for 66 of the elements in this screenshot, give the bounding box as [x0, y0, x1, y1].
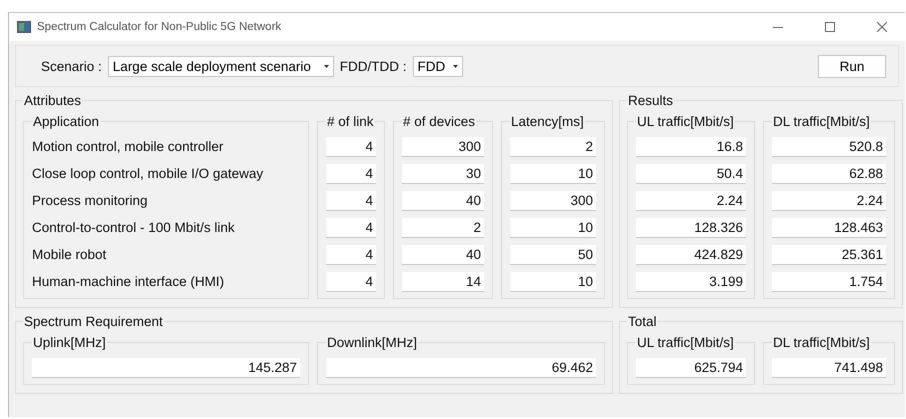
application-name: Mobile robot: [32, 246, 108, 264]
value-field[interactable]: 10: [510, 164, 596, 184]
minimize-icon: [773, 26, 783, 28]
value-field[interactable]: 424.829: [636, 245, 746, 265]
column-header: DL traffic[Mbit/s]: [772, 114, 871, 129]
group-title: Results: [627, 93, 674, 108]
field-label: UL traffic[Mbit/s]: [636, 335, 735, 350]
value-field[interactable]: 62.88: [772, 164, 886, 184]
maximize-icon: [825, 22, 835, 32]
column-header: Application: [32, 114, 100, 129]
value-field[interactable]: 128.326: [636, 218, 746, 238]
value-field[interactable]: 128.463: [772, 218, 886, 238]
field-label: DL traffic[Mbit/s]: [772, 335, 871, 350]
dropdown-caret-icon: [452, 64, 458, 68]
application-name: Process monitoring: [32, 192, 149, 210]
value-field[interactable]: 2: [510, 137, 596, 157]
value-field[interactable]: 4: [326, 245, 376, 265]
value-field[interactable]: 300: [402, 137, 484, 157]
duplex-label: FDD/TDD :: [340, 58, 407, 74]
value-field[interactable]: 4: [326, 191, 376, 211]
value-field[interactable]: 4: [326, 218, 376, 238]
value-field[interactable]: 4: [326, 164, 376, 184]
value-field[interactable]: 25.361: [772, 245, 886, 265]
application-name: Close loop control, mobile I/O gateway: [32, 165, 264, 183]
scenario-label: Scenario :: [41, 58, 102, 74]
column-header: # of devices: [402, 114, 476, 129]
value-field[interactable]: 69.462: [326, 358, 596, 378]
value-field[interactable]: 10: [510, 218, 596, 238]
duplex-dropdown[interactable]: FDD: [412, 56, 463, 76]
field-label: Downlink[MHz]: [326, 335, 418, 350]
value-field[interactable]: 4: [326, 137, 376, 157]
window-title: Spectrum Calculator for Non-Public 5G Network: [37, 21, 282, 33]
value-field[interactable]: 741.498: [772, 358, 886, 378]
value-field[interactable]: 50.4: [636, 164, 746, 184]
field-label: Uplink[MHz]: [32, 335, 107, 350]
value-field[interactable]: 145.287: [32, 358, 300, 378]
run-button[interactable]: Run: [818, 54, 886, 78]
value-field[interactable]: 2.24: [772, 191, 886, 211]
value-field[interactable]: 14: [402, 272, 484, 292]
value-field[interactable]: 40: [402, 191, 484, 211]
column-header: # of link: [326, 114, 375, 129]
scenario-dropdown[interactable]: Large scale deployment scenario: [108, 56, 334, 76]
value-field[interactable]: 625.794: [636, 358, 746, 378]
value-field[interactable]: 16.8: [636, 137, 746, 157]
app-icon: [17, 21, 31, 33]
value-field[interactable]: 50: [510, 245, 596, 265]
group-title: Total: [627, 314, 658, 329]
column-header: UL traffic[Mbit/s]: [636, 114, 735, 129]
value-field[interactable]: 520.8: [772, 137, 886, 157]
application-name: Motion control, mobile controller: [32, 138, 224, 156]
column-header: Latency[ms]: [510, 114, 585, 129]
group-title: Spectrum Requirement: [23, 314, 164, 329]
value-field[interactable]: 2: [402, 218, 484, 238]
application-name: Human-machine interface (HMI): [32, 273, 226, 291]
value-field[interactable]: 40: [402, 245, 484, 265]
application-name: Control-to-control - 100 Mbit/s link: [32, 219, 236, 237]
value-field[interactable]: 30: [402, 164, 484, 184]
close-icon: [877, 22, 887, 32]
value-field[interactable]: 3.199: [636, 272, 746, 292]
dropdown-caret-icon: [324, 64, 329, 68]
value-field[interactable]: 1.754: [772, 272, 886, 292]
value-field[interactable]: 300: [510, 191, 596, 211]
value-field[interactable]: 10: [510, 272, 596, 292]
group-title: Attributes: [23, 93, 82, 108]
value-field[interactable]: 2.24: [636, 191, 746, 211]
value-field[interactable]: 4: [326, 272, 376, 292]
